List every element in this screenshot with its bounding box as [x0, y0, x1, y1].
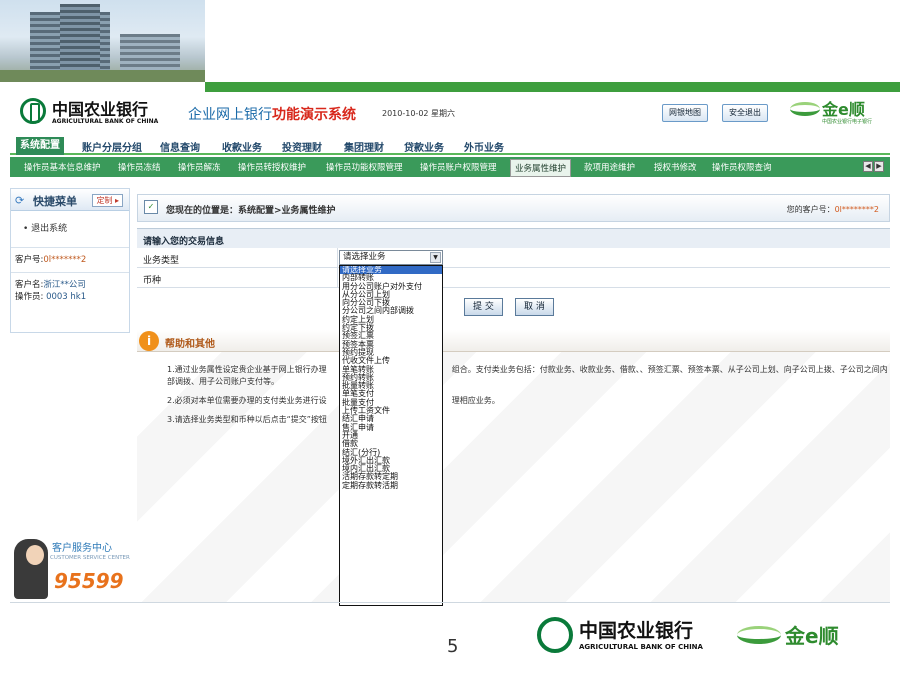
swoosh-footer-icon — [737, 626, 781, 644]
tab-group-finance[interactable]: 集团理财 — [344, 139, 384, 154]
quick-menu-title: 快捷菜单 — [33, 195, 77, 208]
chevron-down-icon[interactable]: ▼ — [430, 252, 441, 263]
scroll-right-icon[interactable]: ▶ — [874, 161, 884, 172]
customize-button[interactable]: 定制 ▸ — [92, 194, 123, 207]
service-agent-image — [14, 539, 48, 599]
tab-loans[interactable]: 贷款业务 — [404, 139, 444, 154]
system-title: 企业网上银行功能演示系统 — [188, 107, 356, 123]
transaction-form: 请输入您的交易信息 业务类型 币种 — [137, 228, 890, 290]
location-bar: ✓ 您现在的位置是：系统配置>业务属性维护 您的客户号：0l********2 — [137, 194, 890, 222]
tab-foreign-currency[interactable]: 外币业务 — [464, 139, 504, 154]
business-type-select[interactable]: 请选择业务 ▼ — [339, 250, 443, 265]
info-icon: i — [139, 331, 159, 351]
subnav-account-permissions[interactable]: 操作员账户权限管理 — [420, 161, 497, 173]
subnav-function-permissions[interactable]: 操作员功能权限管理 — [326, 161, 403, 173]
currency-row: 币种 — [137, 268, 890, 288]
bank-name-cn: 中国农业银行 — [52, 100, 149, 119]
customer-no-row: 客户号:0l*******2 — [11, 247, 129, 272]
help-text: 1.通过业务属性设定贵企业基于网上银行办理 组合。支付类业务包括：付款业务、收款… — [167, 364, 889, 433]
footer-logo: 中国农业银行 AGRICULTURAL BANK OF CHINA 金e顺 — [537, 614, 867, 658]
customer-service-banner[interactable]: 客户服务中心 CUSTOMER SERVICE CENTER 95599 — [10, 531, 130, 601]
subnav-operator-unfreeze[interactable]: 操作员解冻 — [178, 161, 221, 173]
help-line-1: 1.通过业务属性设定贵企业基于网上银行办理 组合。支付类业务包括：付款业务、收款… — [167, 365, 888, 386]
subnav-business-attributes[interactable]: 业务属性维护 — [510, 159, 572, 177]
subnav-operator-info[interactable]: 操作员基本信息维护 — [24, 161, 101, 173]
tab-collection[interactable]: 收款业务 — [222, 139, 262, 154]
subnav-scroll: ◀ ▶ — [862, 161, 884, 172]
help-line-2: 2.必须对本单位需要办理的支付类业务进行设 理相应业务。 — [167, 396, 500, 405]
top-green-bar — [205, 82, 900, 92]
sub-nav: 操作员基本信息维护 操作员冻结 操作员解冻 操作员转授权维护 操作员功能权限管理… — [10, 157, 890, 177]
current-date: 2010-10-02 星期六 — [382, 109, 456, 118]
cancel-button[interactable]: 取 消 — [515, 298, 554, 316]
jinshun-logo: 金e顺 中国农业银行电子银行 — [790, 96, 880, 130]
customer-info-row: 客户名:浙江**公司 操作员: 0003 hk1 — [11, 272, 129, 309]
main-nav: 系统配置 账户分层分组 信息查询 收款业务 投资理财 集团理财 贷款业务 外币业… — [10, 137, 890, 155]
submit-button[interactable]: 提 交 — [464, 298, 503, 316]
quick-menu-panel: ⟳ 快捷菜单 定制 ▸ • 退出系统 客户号:0l*******2 客户名:浙江… — [10, 188, 130, 333]
subnav-permission-query[interactable]: 操作员权限查询 — [712, 161, 772, 173]
page-number: 5 — [447, 636, 459, 657]
sitemap-button[interactable]: 网银地图 — [662, 104, 708, 122]
form-title: 请输入您的交易信息 — [137, 228, 890, 248]
subnav-operator-delegation[interactable]: 操作员转授权维护 — [238, 161, 306, 173]
quick-menu-icon: ⟳ — [15, 194, 25, 207]
subnav-authorization-edit[interactable]: 授权书修改 — [654, 161, 697, 173]
tab-investment[interactable]: 投资理财 — [282, 139, 322, 154]
help-line-3: 3.请选择业务类型和币种以后点击“提交”按钮 — [167, 415, 327, 424]
dropdown-option[interactable]: 定期存款转活期 — [340, 481, 442, 490]
subnav-operator-freeze[interactable]: 操作员冻结 — [118, 161, 161, 173]
customer-number: 您的客户号：0l********2 — [786, 205, 879, 214]
building-photo — [0, 0, 205, 82]
help-title: 帮助和其他 — [165, 339, 215, 350]
swoosh-icon — [790, 102, 820, 116]
logout-button[interactable]: 安全退出 — [722, 104, 768, 122]
location-icon: ✓ — [144, 200, 158, 214]
business-type-row: 业务类型 — [137, 248, 890, 268]
hotline-number: 95599 — [54, 569, 124, 593]
abc-logo-icon — [20, 98, 46, 124]
tab-system-config[interactable]: 系统配置 — [16, 137, 64, 155]
app-header: 中国农业银行 AGRICULTURAL BANK OF CHINA 企业网上银行… — [10, 92, 890, 136]
help-section-header: i 帮助和其他 — [137, 330, 890, 352]
scroll-left-icon[interactable]: ◀ — [863, 161, 873, 172]
bank-name-en: AGRICULTURAL BANK OF CHINA — [52, 118, 159, 125]
abc-footer-logo-icon — [537, 617, 573, 653]
menu-item-logout[interactable]: • 退出系统 — [11, 211, 129, 247]
content-divider — [10, 602, 890, 603]
tab-info-query[interactable]: 信息查询 — [160, 139, 200, 154]
subnav-fund-usage[interactable]: 款项用途维护 — [584, 161, 635, 173]
business-type-dropdown[interactable]: 请选择业务 内部转账 用分公司账户对外支付 从分公司上划 向分公司下拨 分公司之间内部调拨… — [339, 265, 443, 606]
tab-account-groups[interactable]: 账户分层分组 — [82, 139, 142, 154]
breadcrumb: 您现在的位置是：系统配置>业务属性维护 — [166, 206, 336, 216]
